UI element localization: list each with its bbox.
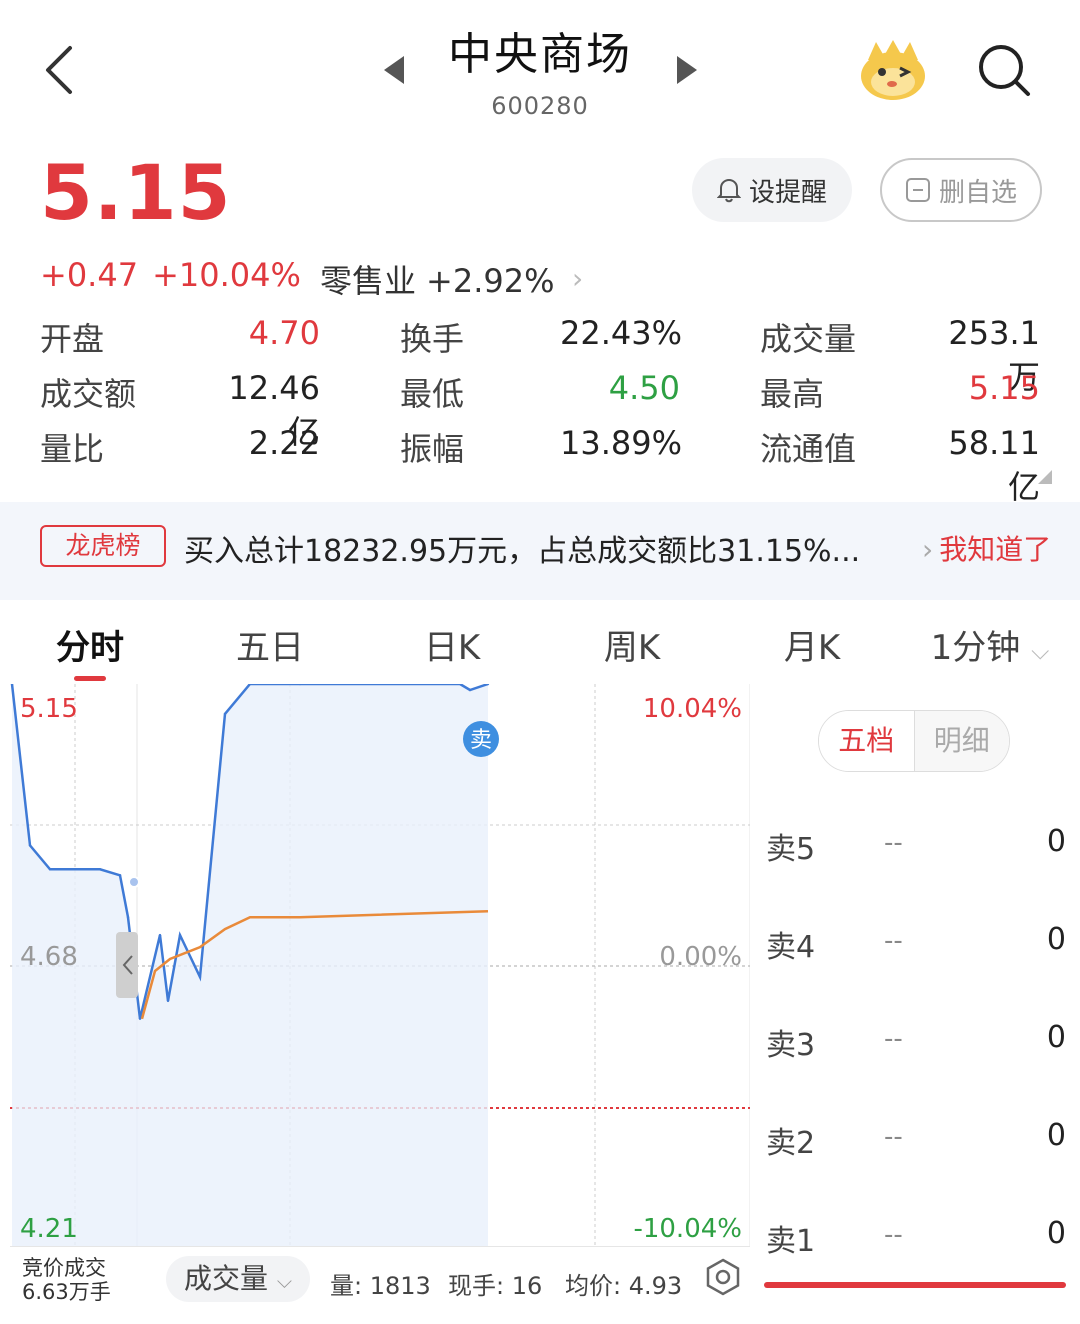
indicator-selector-label: 成交量	[183, 1262, 268, 1295]
stat-value: 2.22	[248, 424, 320, 462]
price-point	[468, 688, 472, 692]
tab-five-day[interactable]: 五日	[190, 620, 350, 669]
pct-label-low: -10.04%	[633, 1214, 742, 1244]
collapse-handle[interactable]	[116, 932, 138, 998]
stat-label: 最低	[400, 375, 465, 413]
change-amount: +0.47	[40, 256, 139, 294]
remove-watchlist-button[interactable]: 删自选	[880, 158, 1042, 222]
chevron-right-icon: ›	[922, 533, 934, 566]
start-marker	[128, 876, 140, 888]
pct-label-high: 10.04%	[642, 694, 742, 724]
chevron-right-icon[interactable]: ›	[572, 262, 583, 295]
y-label-high: 5.15	[20, 694, 78, 724]
price-point	[223, 712, 227, 716]
stat-label: 流通值	[760, 430, 857, 468]
orderbook-price: --	[884, 1122, 903, 1152]
set-reminder-label: 设提醒	[748, 177, 827, 208]
stat-value: 22.43%	[560, 314, 683, 352]
stat-label: 最高	[760, 375, 825, 413]
tab-weekly-k[interactable]: 周K	[552, 620, 712, 669]
price-point	[138, 1017, 142, 1020]
tab-one-minute-label: 1分钟	[930, 628, 1021, 668]
price-point	[158, 933, 162, 937]
stat-label: 换手	[400, 320, 465, 358]
price-point	[28, 844, 32, 847]
expand-corner-icon[interactable]	[1038, 470, 1052, 484]
bar-volume: 量: 1813	[330, 1272, 431, 1300]
stat-label: 成交量	[760, 320, 857, 358]
mascot-icon[interactable]	[858, 38, 928, 102]
indicator-selector[interactable]: 成交量 ⌵	[166, 1256, 310, 1302]
price-point	[178, 933, 182, 937]
industry-name: 零售业	[320, 262, 417, 300]
tab-daily-k[interactable]: 日K	[372, 620, 532, 669]
tab-monthly-k[interactable]: 月K	[732, 620, 892, 669]
stat-label: 开盘	[40, 320, 105, 358]
chevron-down-icon: ⌵	[276, 1269, 293, 1293]
chevron-down-icon: ⌵	[1031, 637, 1050, 665]
auction-value: 6.63万手	[22, 1280, 111, 1304]
price-change: +0.47 +10.04%	[40, 256, 315, 294]
orderbook-level: 卖4	[766, 930, 816, 965]
auction-volume: 竞价成交 6.63万手	[22, 1256, 111, 1304]
price-point	[166, 999, 170, 1003]
stat-label: 量比	[40, 430, 105, 468]
next-stock-icon[interactable]	[677, 56, 697, 84]
orderbook-volume: 0	[1046, 824, 1066, 859]
remove-watchlist-label: 删自选	[938, 177, 1017, 208]
orderbook-volume: 0	[1046, 1020, 1066, 1055]
active-tab-indicator	[74, 676, 106, 681]
orderbook-volume: 0	[1046, 1118, 1066, 1153]
orderbook-price: --	[884, 1220, 903, 1250]
tab-detail[interactable]: 明细	[914, 711, 1009, 771]
current-price: 5.15	[40, 148, 232, 237]
minus-box-icon	[905, 178, 930, 202]
orderbook-price: --	[884, 828, 903, 858]
sell-marker-label: 卖	[470, 728, 492, 753]
y-label-low: 4.21	[20, 1214, 78, 1244]
orderbook-bar	[764, 1282, 1066, 1288]
orderbook-level: 卖3	[766, 1028, 816, 1063]
price-point	[198, 975, 202, 979]
orderbook-level: 卖2	[766, 1126, 816, 1161]
orderbook-level: 卖1	[766, 1224, 816, 1259]
pct-label-mid: 0.00%	[659, 942, 742, 972]
industry-change: +2.92%	[426, 262, 555, 300]
stat-value: 58.11亿	[948, 424, 1040, 506]
industry-link[interactable]: 零售业 +2.92%	[320, 256, 554, 302]
orderbook-volume: 0	[1046, 922, 1066, 957]
tab-one-minute[interactable]: 1分钟 ⌵	[910, 620, 1070, 669]
orderbook-volume: 0	[1046, 1216, 1066, 1251]
orderbook-level: 卖5	[766, 832, 816, 867]
tab-five-levels[interactable]: 五档	[819, 711, 915, 771]
banner-tag: 龙虎榜	[40, 525, 166, 567]
price-point	[48, 868, 52, 871]
dismiss-banner-button[interactable]: › 我知道了	[922, 528, 1051, 568]
stat-value: 4.50	[608, 369, 680, 407]
dismiss-label: 我知道了	[939, 533, 1052, 566]
price-point	[118, 874, 122, 877]
banner-text: 买入总计18232.95万元，占总成交额比31.15%...	[184, 534, 861, 569]
orderbook-price: --	[884, 926, 903, 956]
tab-intraday[interactable]: 分时	[10, 620, 170, 669]
y-label-mid: 4.68	[20, 942, 78, 972]
stat-value: 4.70	[248, 314, 320, 352]
stat-label: 成交额	[40, 375, 137, 413]
price-point	[98, 868, 102, 871]
orderbook-price: --	[884, 1024, 903, 1054]
stat-label: 振幅	[400, 430, 465, 468]
average-price: 均价: 4.93	[565, 1272, 683, 1300]
bell-icon	[716, 178, 741, 203]
price-point	[126, 916, 130, 919]
stat-value: 13.89%	[560, 424, 683, 462]
settings-icon[interactable]	[704, 1258, 742, 1296]
set-reminder-button[interactable]: 设提醒	[692, 158, 852, 222]
search-icon[interactable]	[976, 42, 1032, 98]
auction-label: 竞价成交	[22, 1256, 106, 1280]
stat-value: 5.15	[968, 369, 1040, 407]
orderbook-toggle[interactable]: 五档 明细	[818, 710, 1010, 772]
change-percent: +10.04%	[152, 256, 301, 294]
current-hand: 现手: 16	[448, 1272, 543, 1300]
